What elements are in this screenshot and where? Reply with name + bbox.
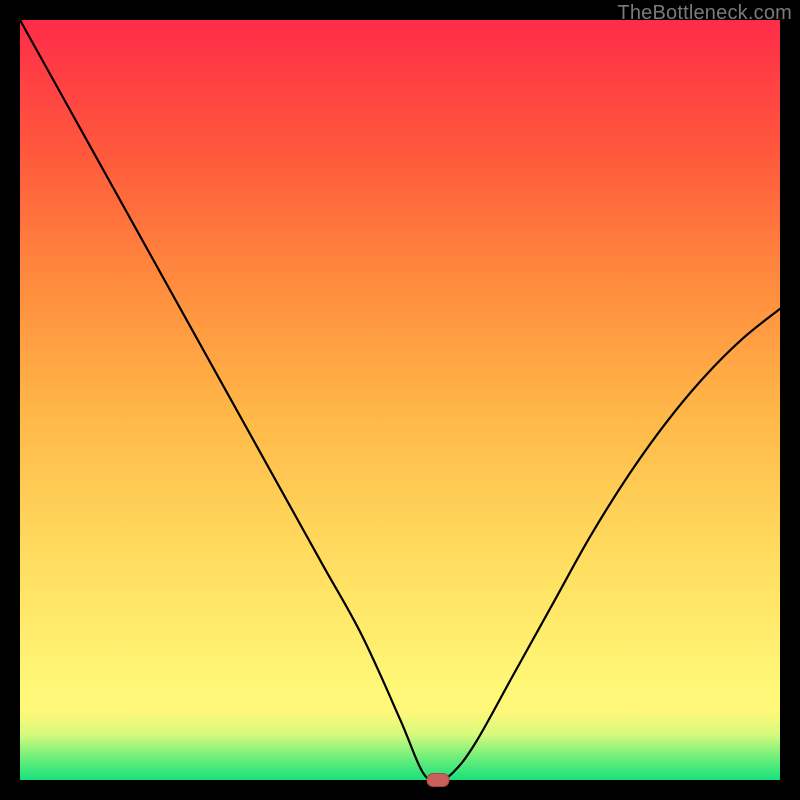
plot-area <box>20 20 780 780</box>
chart-svg <box>20 20 780 780</box>
chart-frame: TheBottleneck.com <box>0 0 800 800</box>
watermark-text: TheBottleneck.com <box>617 2 792 25</box>
optimal-marker <box>427 774 449 787</box>
bottleneck-curve <box>20 20 780 780</box>
